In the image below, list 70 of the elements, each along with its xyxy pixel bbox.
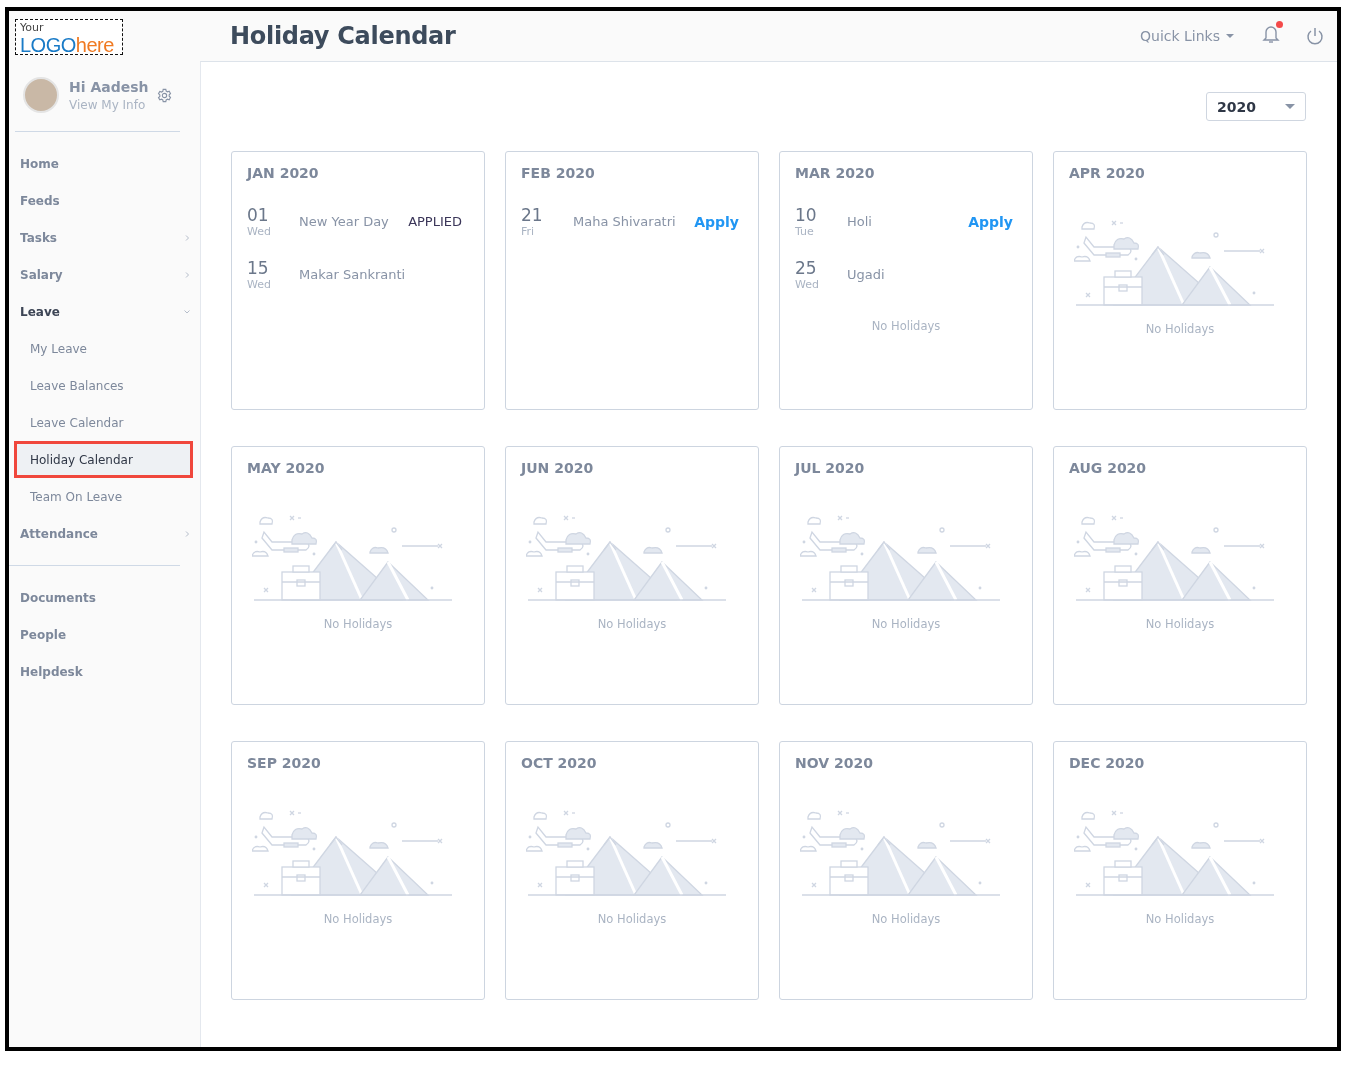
quick-links-menu[interactable]: Quick Links [1140, 28, 1234, 44]
holiday-date: 10 [795, 205, 817, 225]
holiday-date: 25 [795, 258, 817, 278]
chevron-right-icon [184, 233, 190, 242]
month-title: MAR 2020 [795, 165, 876, 181]
sidebar-item[interactable]: Leave Calendar [9, 404, 200, 441]
sidebar-item[interactable]: Tasks [9, 219, 200, 256]
applied-status: APPLIED [408, 214, 462, 229]
empty-message: No Holidays [597, 617, 667, 631]
holiday-name: New Year Day [299, 214, 390, 229]
holiday-weekday: Wed [247, 278, 271, 291]
holiday-weekday: Wed [247, 225, 271, 238]
sidebar-item[interactable]: Leave Balances [9, 367, 200, 404]
month-title: JUL 2020 [795, 460, 866, 476]
sidebar-item[interactable]: Home [9, 145, 200, 182]
sidebar-item[interactable]: Attendance [9, 515, 200, 552]
holiday-name: Makar Sankranti [299, 267, 407, 282]
holiday-name: Ugadi [847, 267, 886, 282]
month-title: AUG 2020 [1069, 460, 1148, 476]
view-info-link[interactable]: View My Info [69, 97, 146, 112]
chevron-right-icon [184, 529, 190, 538]
sidebar-item[interactable]: Documents [9, 579, 200, 616]
empty-message: No Holidays [323, 912, 393, 926]
sidebar-item[interactable]: Salary [9, 256, 200, 293]
month-title: JAN 2020 [247, 165, 320, 181]
holiday-date: 01 [247, 205, 269, 225]
caret-icon [1285, 104, 1295, 109]
empty-message: No Holidays [871, 912, 941, 926]
sidebar-item[interactable]: People [9, 616, 200, 653]
holiday-weekday: Fri [521, 225, 535, 238]
empty-message: No Holidays [871, 617, 941, 631]
month-title: MAY 2020 [247, 460, 326, 476]
month-title: OCT 2020 [521, 755, 598, 771]
empty-message: No Holidays [1145, 617, 1215, 631]
page-title: Holiday Calendar [230, 22, 457, 50]
month-title: APR 2020 [1069, 165, 1146, 181]
chevron-right-icon [184, 270, 190, 279]
sidebar-item[interactable]: Helpdesk [9, 653, 200, 690]
power-icon[interactable] [1306, 27, 1324, 45]
empty-message: No Holidays [597, 912, 667, 926]
logo[interactable]: Your LOGOhere [15, 18, 123, 55]
user-greeting: Hi Aadesh [69, 78, 150, 95]
month-title: JUN 2020 [521, 460, 595, 476]
month-title: SEP 2020 [247, 755, 322, 771]
holiday-date: 15 [247, 258, 269, 278]
chevron-down-icon [184, 307, 190, 316]
bell-icon[interactable] [1262, 24, 1280, 44]
caret-icon [1226, 34, 1234, 38]
holiday-date: 21 [521, 205, 543, 225]
avatar[interactable] [23, 77, 59, 113]
apply-button[interactable]: Apply [694, 213, 739, 230]
sidebar-item[interactable]: My Leave [9, 330, 200, 367]
sidebar-item[interactable]: Leave [9, 293, 200, 330]
sidebar-item[interactable]: Feeds [9, 182, 200, 219]
month-title: DEC 2020 [1069, 755, 1146, 771]
holiday-weekday: Tue [795, 225, 814, 238]
empty-message: No Holidays [871, 319, 941, 333]
month-title: FEB 2020 [521, 165, 596, 181]
holiday-weekday: Wed [795, 278, 819, 291]
sidebar-item[interactable]: Holiday Calendar [14, 441, 193, 478]
year-select[interactable]: 2020 [1206, 92, 1306, 121]
empty-message: No Holidays [323, 617, 393, 631]
sidebar-item[interactable]: Team On Leave [9, 478, 200, 515]
apply-button[interactable]: Apply [968, 213, 1013, 230]
empty-message: No Holidays [1145, 912, 1215, 926]
holiday-name: Holi [847, 214, 873, 229]
holiday-name: Maha Shivaratri [573, 214, 677, 229]
empty-message: No Holidays [1145, 322, 1215, 336]
month-title: NOV 2020 [795, 755, 874, 771]
settings-icon[interactable] [157, 87, 172, 103]
